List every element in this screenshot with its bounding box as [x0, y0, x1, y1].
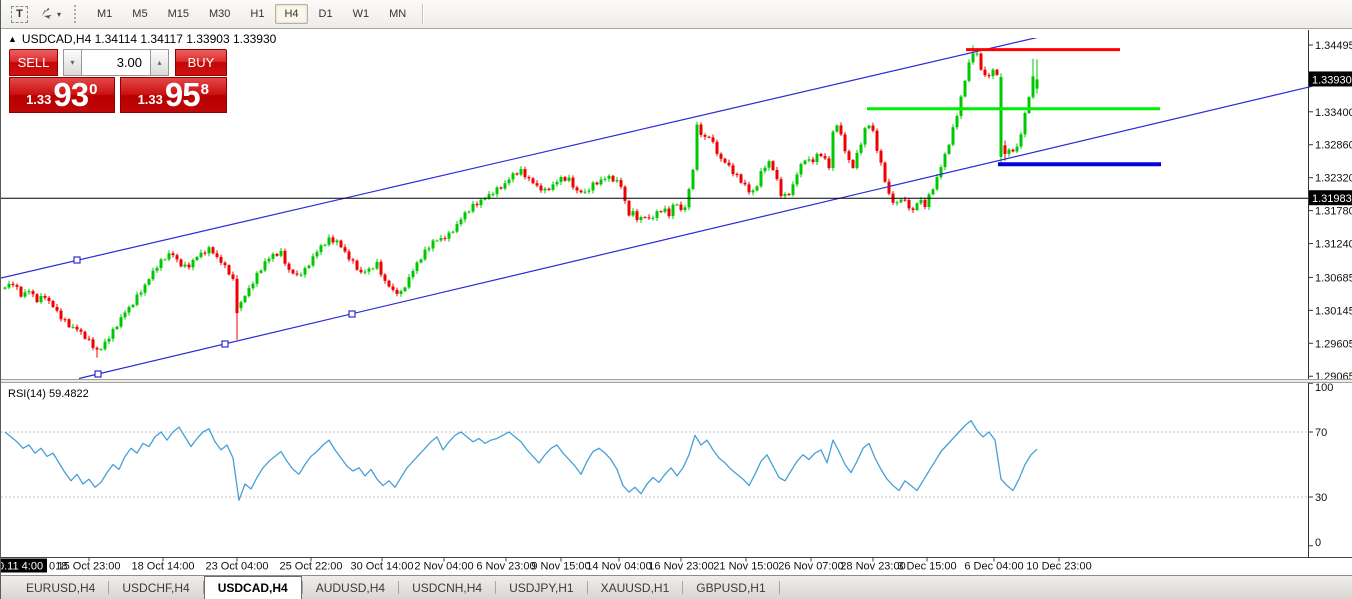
price-tick-label: 1.31780: [1315, 206, 1352, 218]
time-tick-label: 6 Dec 04:00: [964, 561, 1023, 573]
channel-handle[interactable]: [348, 310, 356, 318]
symbol-tab-usdjpy[interactable]: USDJPY,H1: [496, 576, 586, 599]
buy-price-pip: 8: [200, 81, 209, 98]
time-tick-label: 6 Nov 23:00: [476, 561, 535, 573]
price-tick-label: 1.30145: [1315, 305, 1352, 317]
arrows-icon: [41, 7, 52, 19]
toolbar-drag-handle[interactable]: [74, 5, 81, 23]
time-tick-label: 3 Dec 15:00: [897, 561, 956, 573]
time-tick-label: 14 Nov 04:00: [586, 561, 651, 573]
dropdown-caret-icon: ▾: [57, 9, 62, 19]
symbol-tab-xauusd[interactable]: XAUUSD,H1: [588, 576, 683, 599]
toolbar-separator: [422, 4, 424, 24]
time-partial-label: 018: [49, 561, 67, 573]
channel-handle[interactable]: [94, 370, 102, 378]
sell-price-big: 93: [53, 76, 89, 113]
sell-price-button[interactable]: 1.33 93 0: [9, 77, 115, 113]
channel-handle[interactable]: [221, 340, 229, 348]
buy-price-button[interactable]: 1.33 95 8: [119, 76, 227, 113]
sell-price-prefix: 1.33: [26, 92, 52, 107]
symbol-tab-eurusd[interactable]: EURUSD,H4: [13, 576, 108, 599]
arrows-tool-button[interactable]: ▾: [33, 3, 66, 25]
time-tick-label: 21 Nov 15:00: [713, 561, 778, 573]
timeframe-button-m30[interactable]: M30: [200, 4, 239, 24]
time-tick-label: 30 Oct 14:00: [351, 561, 414, 573]
time-tick-label: 26 Nov 07:00: [778, 561, 843, 573]
price-badge-label: 1.31983: [1312, 193, 1352, 205]
timeframe-button-mn[interactable]: MN: [380, 4, 415, 24]
buy-price-prefix: 1.33: [137, 92, 163, 107]
timeframe-button-m15[interactable]: M15: [159, 4, 198, 24]
time-tick-label: 2 Nov 04:00: [414, 561, 473, 573]
volume-decrease-button[interactable]: ▾: [63, 49, 82, 76]
time-tick-label: 16 Nov 23:00: [648, 561, 713, 573]
rsi-label: RSI(14) 59.4822: [8, 388, 89, 400]
rsi-tick-label: 70: [1315, 427, 1327, 439]
symbol-tab-gbpusd[interactable]: GBPUSD,H1: [683, 576, 778, 599]
text-tool-icon: T: [11, 5, 28, 23]
rsi-tick-label: 0: [1315, 537, 1321, 549]
time-tick-label: 25 Oct 22:00: [280, 561, 343, 573]
symbol-tab-bar: EURUSD,H4 USDCHF,H4 USDCAD,H4 AUDUSD,H4 USDC…: [1, 575, 1352, 599]
time-badge-label: 0.11 4:00: [1, 561, 43, 573]
symbol-tab-usdchf[interactable]: USDCHF,H4: [109, 576, 202, 599]
symbol-tab-audusd[interactable]: AUDUSD,H4: [303, 576, 398, 599]
chart-title-text: USDCAD,H4 1.34114 1.34117 1.33903 1.3393…: [21, 32, 277, 46]
one-click-trading-panel: SELL ▾ 3.00 ▴ BUY 1.33 93 0 1.33 95 8: [9, 49, 227, 113]
volume-input[interactable]: 3.00: [82, 49, 150, 76]
time-axis: 15 Oct 23:00 18 Oct 14:00 23 Oct 04:00 25 O…: [1, 558, 1092, 573]
sell-button[interactable]: SELL: [9, 49, 58, 76]
price-tick-label: 1.30685: [1315, 272, 1352, 284]
buy-button[interactable]: BUY: [175, 49, 227, 76]
pane-splitter[interactable]: [1, 379, 1352, 383]
price-tick-label: 1.34495: [1315, 40, 1352, 52]
rsi-axis: 100 70 30 0: [1308, 382, 1333, 549]
rsi-line: [4, 419, 1038, 501]
channel-handle[interactable]: [73, 256, 81, 264]
timeframe-button-d1[interactable]: D1: [310, 4, 342, 24]
tab-separator: [778, 581, 780, 594]
price-tick-label: 1.33400: [1315, 107, 1352, 119]
timeframe-button-m5[interactable]: M5: [123, 4, 156, 24]
chart-title-bar: ▲ USDCAD,H4 1.34114 1.34117 1.33903 1.33…: [8, 32, 276, 46]
sell-price-pip: 0: [89, 81, 98, 98]
price-badge-label: 1.33930: [1312, 74, 1352, 86]
time-tick-label: 28 Nov 23:00: [840, 561, 905, 573]
timeframe-button-m1[interactable]: M1: [88, 4, 121, 24]
symbol-tab-usdcnh[interactable]: USDCNH,H4: [399, 576, 495, 599]
buy-price-big: 95: [164, 76, 201, 113]
price-tick-label: 1.29605: [1315, 338, 1352, 350]
timeframe-button-h4[interactable]: H4: [275, 4, 308, 24]
price-axis: 1.34495 1.33400 1.32860 1.32320 1.31780 1.312…: [1308, 40, 1352, 383]
collapse-panel-icon[interactable]: ▲: [8, 34, 17, 44]
price-tick-label: 1.32860: [1315, 140, 1352, 152]
price-tick-label: 1.32320: [1315, 173, 1352, 185]
terminal-window: { "toolbar": { "text_tool_label": "T", "…: [0, 0, 1352, 599]
toolbar: T ▾ M1 M5 M15 M30 H1 H4 D1 W1 MN: [1, 0, 1352, 29]
price-tick-label: 1.31240: [1315, 239, 1352, 251]
timeframe-button-h1[interactable]: H1: [241, 4, 273, 24]
timeframe-button-group: M1 M5 M15 M30 H1 H4 D1 W1 MN: [87, 4, 416, 24]
timeframe-button-w1[interactable]: W1: [344, 4, 379, 24]
time-tick-label: 23 Oct 04:00: [206, 561, 269, 573]
time-tick-label: 10 Dec 23:00: [1026, 561, 1091, 573]
time-tick-label: 9 Nov 15:00: [531, 561, 590, 573]
symbol-tab-usdcad[interactable]: USDCAD,H4: [203, 576, 302, 599]
text-tool-button[interactable]: T: [6, 3, 33, 25]
rsi-tick-label: 100: [1315, 382, 1333, 394]
rsi-tick-label: 30: [1315, 492, 1327, 504]
time-tick-label: 18 Oct 14:00: [132, 561, 195, 573]
rsi-indicator-pane: [1, 419, 1308, 501]
volume-increase-button[interactable]: ▴: [150, 49, 169, 76]
